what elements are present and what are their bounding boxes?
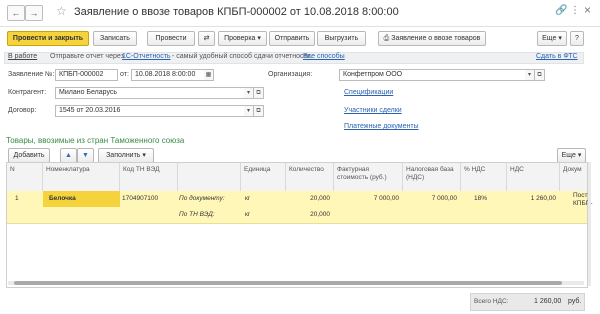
post-button[interactable]: Провести (147, 31, 195, 46)
info-bar: В работе Отправьте отчет через 1С-Отчетн… (4, 52, 584, 64)
horizontal-scrollbar[interactable] (8, 281, 584, 285)
goods-section-title: Товары, ввозимые из стран Таможенного со… (6, 136, 185, 145)
save-button[interactable]: Записать (93, 31, 137, 46)
scroll-thumb[interactable] (14, 281, 562, 285)
row-invoice-value: 7 000,00 (373, 195, 399, 202)
upload-button[interactable]: Выгрузить (317, 31, 366, 46)
post-and-close-button[interactable]: Провести и закрыть (7, 31, 89, 46)
table-row-sub[interactable]: По ТН ВЭД: кг 20,000 (7, 207, 587, 224)
print-label: Заявление о ввозе товаров (391, 35, 481, 42)
info-text-before: Отправьте отчет через (50, 53, 124, 60)
service-link[interactable]: 1С-Отчетность (122, 53, 171, 60)
org-label: Организация: (268, 71, 313, 78)
number-field[interactable]: КПБП-000002 (55, 69, 118, 81)
row-vat: 1 260,00 (530, 195, 556, 202)
row-qty-tnved: 20,000 (310, 211, 330, 218)
table-more-button[interactable]: Еще ▾ (557, 148, 586, 163)
number-label: Заявление №: (8, 71, 55, 78)
row-tax-base: 7 000,00 (431, 195, 457, 202)
col-doc[interactable]: Докум (560, 163, 587, 191)
calendar-icon[interactable]: ▦ (204, 69, 214, 81)
col-tax-base[interactable]: Налоговая база (НДС) (403, 163, 461, 191)
link-icon[interactable]: 🔗 (555, 5, 567, 16)
payment-docs-link[interactable]: Платежные документы (344, 123, 419, 130)
page-title: Заявление о ввозе товаров КПБП-000002 от… (74, 6, 399, 18)
col-vat[interactable]: НДС (507, 163, 560, 191)
col-basis[interactable] (178, 163, 241, 191)
row-basis-doc: По документу: (179, 195, 225, 202)
contractor-field[interactable]: Милано Беларусь (55, 87, 245, 99)
total-vat-value: 1 260,00 (534, 298, 562, 305)
contractor-label: Контрагент: (8, 89, 47, 96)
col-n[interactable]: N (7, 163, 43, 191)
title-bar: ← → ☆ Заявление о ввозе товаров КПБП-000… (0, 0, 600, 27)
org-dropdown-icon[interactable]: ▾ (525, 69, 535, 81)
fill-label: Заполнить (106, 152, 141, 159)
check-label: Проверка (224, 35, 256, 42)
more-label: Еще (542, 35, 557, 42)
status-link[interactable]: В работе (8, 53, 37, 60)
star-icon[interactable]: ☆ (56, 4, 67, 18)
row-code: 1704907100 (122, 195, 159, 202)
total-vat-currency: руб. (568, 298, 582, 305)
table-row[interactable]: 1 Белочка 1704907100 По документу: кг 20… (7, 191, 593, 223)
menu-icon[interactable]: ⋮ (570, 5, 580, 16)
total-vat-box: Всего НДС: 1 260,00 руб. (470, 293, 585, 311)
total-vat-label: Всего НДС: (474, 298, 509, 305)
send-button[interactable]: Отправить (269, 31, 315, 46)
info-text-after: - самый удобный способ сдачи отчетности. (172, 53, 313, 60)
fill-button[interactable]: Заполнить ▾ (98, 148, 154, 163)
col-code[interactable]: Код ТН ВЭД (120, 163, 178, 191)
printer-icon: ⎙ (383, 35, 390, 42)
org-open-icon[interactable]: ⧉ (535, 69, 545, 81)
all-methods-link[interactable]: Все способы (303, 53, 345, 60)
col-unit[interactable]: Единица (241, 163, 286, 191)
participants-link[interactable]: Участники сделки (344, 107, 402, 114)
row-unit-doc: кг (245, 195, 251, 202)
date-field[interactable]: 10.08.2018 8:00:00 (131, 69, 205, 81)
table-more-label: Еще (561, 152, 576, 159)
add-button[interactable]: Добавить (8, 148, 50, 163)
move-down-icon[interactable]: ▼ (77, 148, 94, 163)
contract-dropdown-icon[interactable]: ▾ (244, 105, 254, 117)
help-button[interactable]: ? (570, 31, 584, 46)
vertical-scrollbar[interactable] (588, 162, 591, 286)
row-qty-doc: 20,000 (310, 195, 330, 202)
contract-open-icon[interactable]: ⧉ (254, 105, 264, 117)
row-basis-tnved: По ТН ВЭД: (179, 211, 215, 218)
specifications-link[interactable]: Спецификации (344, 89, 393, 96)
row-unit-tnved: кг (245, 211, 251, 218)
back-icon[interactable]: ← (7, 5, 25, 21)
org-field[interactable]: Конфетпром ООО (339, 69, 526, 81)
row-vat-rate: 18% (474, 195, 488, 202)
close-icon[interactable]: × (584, 3, 591, 17)
forward-icon[interactable]: → (25, 5, 43, 21)
goods-table: N Номенклатура Код ТН ВЭД Единица Количе… (6, 162, 593, 288)
contractor-open-icon[interactable]: ⧉ (254, 87, 264, 99)
row-n: 1 (15, 195, 19, 202)
print-button[interactable]: ⎙ Заявление о ввозе товаров (378, 31, 486, 46)
col-qty[interactable]: Количество (286, 163, 334, 191)
col-name[interactable]: Номенклатура (43, 163, 120, 191)
contract-label: Договор: (8, 107, 37, 114)
submit-fts-link[interactable]: Сдать в ФТС (536, 53, 578, 60)
more-button[interactable]: Еще ▾ (537, 31, 567, 46)
contractor-dropdown-icon[interactable]: ▾ (244, 87, 254, 99)
move-up-icon[interactable]: ▲ (60, 148, 77, 163)
col-vat-rate[interactable]: % НДС (461, 163, 507, 191)
date-label: от: (120, 71, 129, 78)
check-button[interactable]: Проверка ▾ (218, 31, 267, 46)
col-invoice-value[interactable]: Фактурная стоимость (руб.) (334, 163, 403, 191)
structure-icon[interactable]: ⇄ (198, 31, 215, 46)
contract-field[interactable]: 1545 от 20.03.2016 (55, 105, 245, 117)
